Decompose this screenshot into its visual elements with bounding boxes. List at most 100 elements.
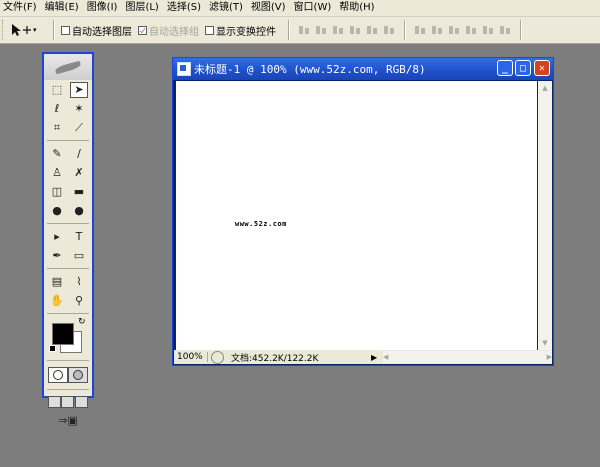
toolbox: ⬚ ➤ ℓ ✶ ⌗ ⟋ ✎ ∕ ♙ ✗ ◫ ▬ ● ● ▸ T ✒ ▭ ▤ ⌇ ✋ ⚲ ↻ ⇒▣ [42, 52, 94, 427]
standard-mode-button[interactable] [48, 367, 68, 383]
toolbox-header[interactable] [44, 54, 92, 80]
minimize-button[interactable]: _ [497, 60, 513, 76]
chevron-down-icon: ▾ [33, 26, 37, 34]
vertical-scrollbar[interactable]: ▲ ▼ [538, 81, 552, 350]
slice-tool-icon[interactable]: ⟋ [70, 120, 88, 136]
auto-select-group-label: 自动选择组 [149, 26, 199, 38]
divider [520, 20, 522, 40]
menu-image[interactable]: 图像(I) [84, 0, 123, 16]
align-bottom-icon[interactable] [332, 24, 345, 36]
jump-to-imageready-icon[interactable]: ⇒▣ [53, 413, 83, 429]
divider [288, 20, 290, 40]
status-menu-arrow-icon[interactable]: ▶ [371, 352, 379, 362]
screen-mode-full-button[interactable] [74, 396, 88, 408]
healing-brush-tool-icon[interactable]: ✎ [48, 146, 66, 162]
divider [404, 20, 406, 40]
distribute-right-icon[interactable] [499, 24, 512, 36]
divider [47, 313, 89, 314]
move-tool-icon[interactable]: ➤ [70, 81, 88, 98]
auto-select-layer-checkbox[interactable] [61, 25, 70, 35]
auto-select-group-checkbox [138, 25, 147, 35]
type-tool-icon[interactable]: T [70, 229, 88, 245]
eraser-tool-icon[interactable]: ◫ [48, 184, 66, 200]
canvas[interactable]: www.52z.com [176, 81, 537, 350]
distribute-left-icon[interactable] [465, 24, 478, 36]
distribute-hcenter-icon[interactable] [482, 24, 495, 36]
status-info-icon[interactable] [211, 350, 224, 364]
history-brush-tool-icon[interactable]: ✗ [70, 165, 88, 181]
divider [47, 268, 89, 269]
hand-tool-icon[interactable]: ✋ [48, 293, 66, 309]
eyedropper-tool-icon[interactable]: ⌇ [70, 274, 88, 290]
divider [47, 140, 89, 141]
menu-file[interactable]: 文件(F) [0, 0, 42, 16]
menu-view[interactable]: 视图(V) [248, 0, 291, 16]
options-grip[interactable] [2, 20, 6, 40]
align-top-icon[interactable] [298, 24, 311, 36]
menu-layer[interactable]: 图层(L) [122, 0, 163, 16]
menu-bar: 文件(F) 编辑(E) 图像(I) 图层(L) 选择(S) 滤镜(T) 视图(V… [0, 0, 600, 17]
pen-tool-icon[interactable]: ✒ [48, 248, 66, 264]
document-size-info: 文档:452.2K/122.2K [231, 353, 319, 364]
document-title-bar[interactable]: 未标题-1 @ 100% (www.52z.com, RGB/8) _ □ ✕ [173, 58, 553, 80]
default-colors-icon[interactable] [49, 345, 56, 352]
align-right-icon[interactable] [383, 24, 396, 36]
standard-mode-icon [53, 370, 63, 380]
divider [47, 223, 89, 224]
show-transform-label: 显示变换控件 [216, 26, 276, 38]
zoom-tool-icon[interactable]: ⚲ [70, 293, 88, 309]
auto-select-layer-option[interactable]: 自动选择图层 [61, 23, 132, 38]
menu-window[interactable]: 窗口(W) [291, 0, 337, 16]
status-bar: 100% 文档:452.2K/122.2K ▶ ◀ ▶ [174, 350, 552, 364]
align-left-icon[interactable] [349, 24, 362, 36]
path-selection-tool-icon[interactable]: ▸ [48, 229, 66, 245]
gradient-tool-icon[interactable]: ▬ [70, 184, 88, 200]
zoom-level[interactable]: 100% [174, 352, 208, 362]
tool-preset-picker[interactable]: ▾ [9, 20, 43, 40]
shape-tool-icon[interactable]: ▭ [70, 248, 88, 264]
auto-select-group-option: 自动选择组 [138, 23, 199, 38]
scroll-down-icon[interactable]: ▼ [538, 336, 552, 350]
align-vcenter-icon[interactable] [315, 24, 328, 36]
maximize-button[interactable]: □ [515, 60, 531, 76]
lasso-tool-icon[interactable]: ℓ [48, 101, 66, 117]
dodge-tool-icon[interactable]: ● [70, 203, 88, 219]
show-transform-option[interactable]: 显示变换控件 [205, 23, 276, 38]
feather-logo-icon [53, 60, 83, 74]
divider [47, 360, 89, 361]
notes-tool-icon[interactable]: ▤ [48, 274, 66, 290]
scroll-right-icon[interactable]: ▶ [547, 353, 552, 361]
screen-mode-menubar-button[interactable] [61, 396, 75, 408]
scroll-up-icon[interactable]: ▲ [538, 81, 552, 95]
menu-help[interactable]: 帮助(H) [336, 0, 379, 16]
foreground-color-swatch[interactable] [52, 323, 74, 345]
close-button[interactable]: ✕ [534, 60, 550, 76]
marquee-tool-icon[interactable]: ⬚ [48, 82, 66, 98]
quick-mask-mode-button[interactable] [68, 367, 88, 383]
blur-tool-icon[interactable]: ● [48, 203, 66, 219]
canvas-text-layer: www.52z.com [235, 220, 287, 228]
clone-stamp-tool-icon[interactable]: ♙ [48, 165, 66, 181]
document-icon [177, 62, 191, 76]
move-tool-icon [12, 24, 31, 36]
document-title: 未标题-1 @ 100% (www.52z.com, RGB/8) [194, 63, 426, 76]
distribute-vcenter-icon[interactable] [431, 24, 444, 36]
align-hcenter-icon[interactable] [366, 24, 379, 36]
divider [47, 389, 89, 390]
auto-select-layer-label: 自动选择图层 [72, 26, 132, 38]
swap-colors-icon[interactable]: ↻ [78, 317, 86, 327]
screen-mode-standard-button[interactable] [48, 396, 62, 408]
menu-filter[interactable]: 滤镜(T) [206, 0, 248, 16]
document-window: 未标题-1 @ 100% (www.52z.com, RGB/8) _ □ ✕ … [172, 57, 554, 366]
menu-edit[interactable]: 编辑(E) [42, 0, 84, 16]
color-swatches: ↻ [44, 317, 92, 357]
distribute-bottom-icon[interactable] [448, 24, 461, 36]
magic-wand-tool-icon[interactable]: ✶ [70, 101, 88, 117]
brush-tool-icon[interactable]: ∕ [70, 146, 88, 162]
menu-select[interactable]: 选择(S) [164, 0, 206, 16]
show-transform-checkbox[interactable] [205, 25, 214, 35]
distribute-top-icon[interactable] [414, 24, 427, 36]
scroll-left-icon[interactable]: ◀ [383, 353, 388, 361]
crop-tool-icon[interactable]: ⌗ [48, 120, 66, 136]
horizontal-scrollbar[interactable]: ◀ ▶ [383, 351, 552, 363]
